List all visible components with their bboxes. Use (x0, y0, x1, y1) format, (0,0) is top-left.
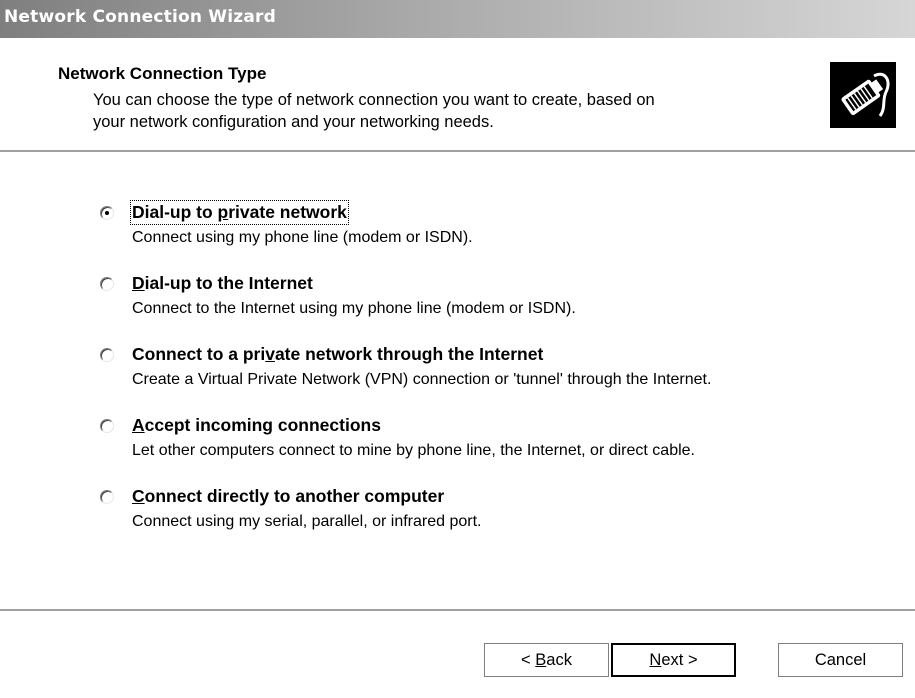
label-text: Dial-up to (132, 202, 218, 222)
radio-direct-connect[interactable] (100, 490, 114, 504)
option-label[interactable]: Connect to a private network through the… (132, 344, 543, 365)
access-key: v (265, 344, 275, 364)
wizard-header: Network Connection Type You can choose t… (0, 38, 915, 152)
option-dialup-internet[interactable]: Dial-up to the Internet Connect to the I… (100, 273, 900, 323)
description-line-2: your network configuration and your netw… (93, 113, 494, 131)
option-label[interactable]: Dial-up to private network (130, 200, 349, 225)
description-line-1: You can choose the type of network conne… (93, 91, 655, 109)
page-description: You can choose the type of network conne… (93, 89, 813, 133)
option-description: Connect using my serial, parallel, or in… (132, 513, 482, 530)
access-key: D (132, 273, 145, 293)
radio-dialup-private[interactable] (100, 206, 114, 220)
button-text: < (521, 651, 536, 669)
radio-accept-incoming[interactable] (100, 419, 114, 433)
option-description: Connect to the Internet using my phone l… (132, 300, 576, 317)
back-button[interactable]: < Back (484, 643, 609, 677)
access-key: C (132, 486, 145, 506)
button-text: ack (546, 651, 572, 669)
option-dialup-private[interactable]: Dial-up to private network Connect using… (100, 200, 900, 252)
option-description: Create a Virtual Private Network (VPN) c… (132, 371, 712, 388)
label-text: onnect directly to another computer (144, 486, 445, 506)
wizard-footer: < Back Next > Cancel (0, 609, 915, 698)
cancel-button[interactable]: Cancel (778, 643, 903, 677)
option-direct-connect[interactable]: Connect directly to another computer Con… (100, 486, 900, 536)
title-bar[interactable]: Network Connection Wizard (0, 0, 915, 38)
window-title: Network Connection Wizard (4, 7, 276, 27)
access-key: N (649, 651, 662, 669)
option-label[interactable]: Connect directly to another computer (132, 486, 444, 507)
radio-selected-dot (105, 211, 109, 215)
label-text: ial-up to the Internet (144, 273, 313, 293)
network-cable-plug-icon (830, 62, 896, 128)
page-title: Network Connection Type (58, 64, 267, 83)
option-accept-incoming[interactable]: Accept incoming connections Let other co… (100, 415, 900, 465)
access-key: p (217, 202, 229, 222)
label-text: Connect to a pri (132, 344, 266, 364)
button-text: ext > (661, 651, 698, 669)
access-key: B (535, 651, 547, 669)
label-text: rivate network (228, 202, 347, 222)
label-text: ccept incoming connections (144, 415, 381, 435)
wizard-body: Dial-up to private network Connect using… (0, 152, 915, 609)
option-label[interactable]: Dial-up to the Internet (132, 273, 313, 294)
option-description: Connect using my phone line (modem or IS… (132, 229, 473, 246)
radio-vpn[interactable] (100, 348, 114, 362)
option-label[interactable]: Accept incoming connections (132, 415, 381, 436)
label-text: ate network through the Internet (274, 344, 544, 364)
option-vpn[interactable]: Connect to a private network through the… (100, 344, 900, 394)
radio-dialup-internet[interactable] (100, 277, 114, 291)
option-description: Let other computers connect to mine by p… (132, 442, 695, 459)
access-key: A (132, 415, 145, 435)
next-button[interactable]: Next > (611, 643, 736, 677)
